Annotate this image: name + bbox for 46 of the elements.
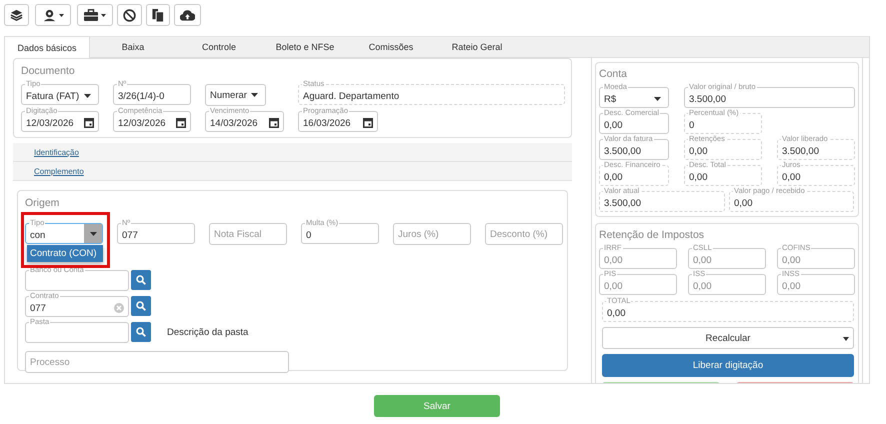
tab[interactable]: Dados básicos (4, 36, 90, 58)
layers-icon (10, 8, 23, 22)
cloud-upload-icon (180, 9, 195, 21)
search-icon (136, 327, 146, 337)
section-link[interactable]: Identificação (34, 148, 79, 156)
folder-description: Descrição da pasta (167, 326, 248, 338)
user-icon (42, 8, 56, 22)
section-title: Retenção de Impostos (599, 229, 704, 242)
caret-icon (843, 337, 849, 341)
tab[interactable]: Boleto e NFSe (262, 36, 348, 58)
tab[interactable]: Controle (176, 36, 262, 58)
copy-icon (152, 8, 164, 22)
briefcase-icon (84, 9, 98, 21)
caret-icon (654, 97, 661, 101)
caret-icon (58, 14, 64, 16)
tab[interactable]: Rateio Geral (434, 36, 520, 58)
recalculate-dropdown[interactable]: Recalcular (602, 327, 854, 349)
calendar-icon[interactable] (176, 118, 186, 128)
tab[interactable]: Baixa (90, 36, 176, 58)
caret-icon (90, 232, 96, 236)
search-button[interactable] (131, 296, 151, 316)
caret-icon (251, 93, 258, 97)
caret-icon (101, 14, 106, 16)
search-icon (136, 275, 146, 285)
search-icon (136, 301, 146, 311)
section-title: Documento (21, 65, 75, 78)
calendar-icon[interactable] (269, 118, 279, 128)
section-link[interactable]: Complemento (34, 166, 84, 176)
toolbar-button[interactable] (35, 4, 71, 26)
tab[interactable]: Comissões (348, 36, 434, 58)
section-title: Conta (599, 68, 628, 81)
caret-icon (84, 94, 91, 98)
calendar-icon[interactable] (84, 118, 94, 128)
toolbar-button[interactable] (146, 4, 170, 26)
search-button[interactable] (131, 322, 151, 342)
dropdown-toggle[interactable] (84, 224, 102, 243)
release-button[interactable]: Liberar digitação (602, 354, 854, 377)
toolbar-button[interactable] (77, 4, 113, 26)
toolbar-button[interactable] (174, 4, 201, 26)
section-title: Origem (25, 198, 60, 209)
toolbar-button[interactable] (4, 4, 29, 26)
search-button[interactable] (131, 270, 151, 290)
calendar-icon[interactable] (363, 118, 373, 128)
toolbar-button[interactable] (117, 4, 142, 26)
dropdown-option[interactable]: Contrato (CON) (27, 245, 103, 262)
ban-icon (123, 8, 136, 22)
